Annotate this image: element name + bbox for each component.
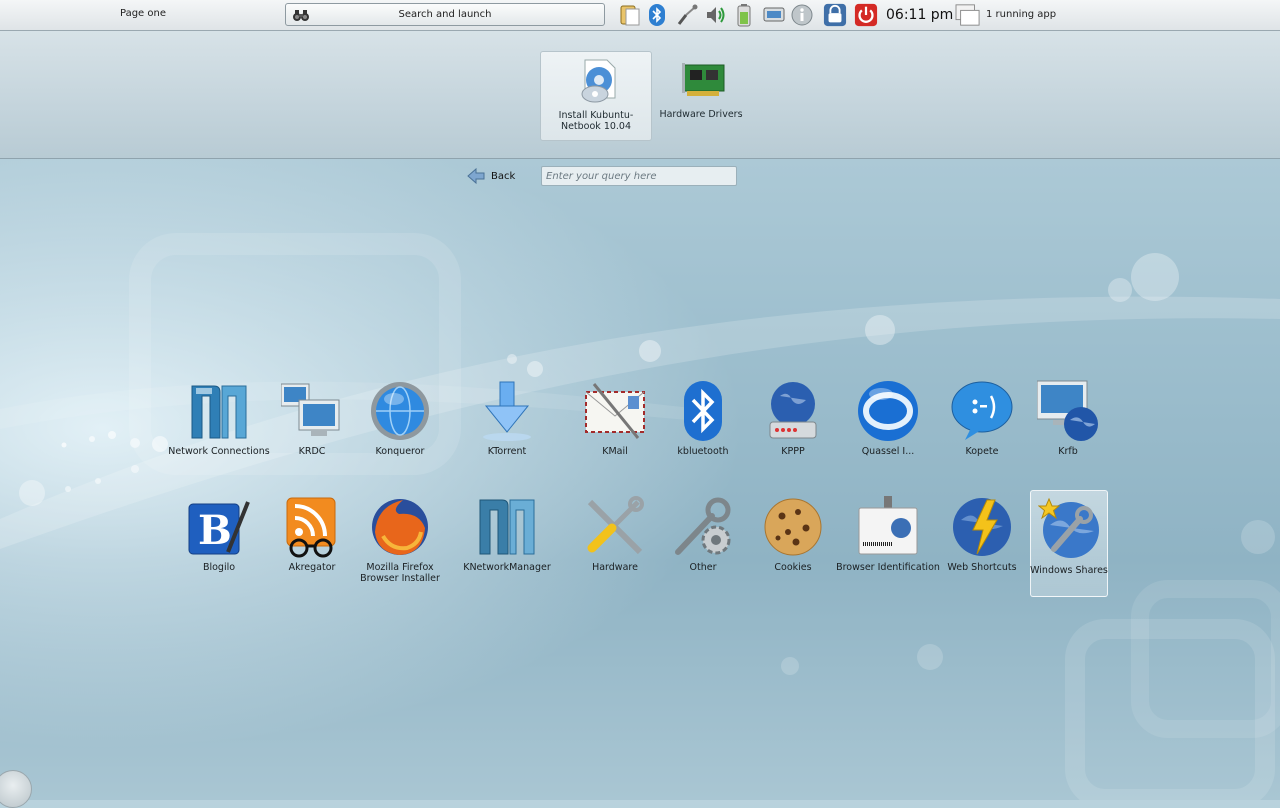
bluetooth-icon bbox=[684, 381, 722, 441]
pci-card-icon bbox=[682, 63, 725, 96]
desktop-sharing-icon bbox=[1037, 380, 1098, 441]
app-label: Cookies bbox=[774, 562, 812, 573]
desktop-background bbox=[0, 159, 1280, 800]
page-one-label[interactable]: Page one bbox=[120, 8, 166, 19]
back-arrow-icon bbox=[467, 167, 485, 185]
running-apps-label[interactable]: 1 running app bbox=[986, 9, 1056, 20]
app-label: Web Shortcuts bbox=[947, 562, 1017, 573]
top-panel: Page one Search and launch 06:11 pm 1 ru… bbox=[0, 0, 1280, 31]
bluetooth-tray-icon[interactable] bbox=[648, 3, 666, 27]
favorite-label: Hardware Drivers bbox=[659, 109, 743, 120]
plasma-toolbox-button[interactable] bbox=[0, 770, 32, 808]
quassel-irc-icon bbox=[858, 381, 918, 441]
favorites-strip: Install Kubuntu-Netbook 10.04 Hardware D… bbox=[0, 31, 1280, 159]
cookie-icon bbox=[764, 498, 822, 556]
konqueror-globe-icon bbox=[371, 382, 429, 440]
chat-bubble-icon bbox=[951, 381, 1013, 440]
favorite-label: Install Kubuntu-Netbook 10.04 bbox=[558, 110, 634, 132]
clock[interactable]: 06:11 pm bbox=[886, 7, 953, 23]
back-label: Back bbox=[491, 171, 516, 182]
power-icon[interactable] bbox=[853, 3, 879, 27]
blog-b-icon: B bbox=[188, 501, 250, 555]
download-arrow-icon bbox=[483, 381, 531, 441]
app-label: Mozilla Firefox Browser Installer bbox=[360, 562, 440, 584]
installer-cd-icon bbox=[581, 59, 616, 103]
wrench-gear-icon bbox=[675, 497, 731, 555]
rss-reader-icon bbox=[286, 497, 336, 558]
info-icon[interactable] bbox=[790, 3, 814, 27]
app-windows-shares[interactable]: Windows Shares bbox=[1030, 490, 1108, 597]
lock-screen-icon[interactable] bbox=[822, 3, 848, 27]
running-apps-icon[interactable] bbox=[954, 3, 982, 27]
app-label: Quassel I... bbox=[861, 446, 915, 457]
favorite-hardware-drivers[interactable]: Hardware Drivers bbox=[645, 51, 757, 141]
search-and-launch-label: Search and launch bbox=[398, 9, 492, 20]
web-shortcut-icon bbox=[953, 498, 1011, 556]
app-label: Blogilo bbox=[202, 562, 236, 573]
app-label: KNetworkManager bbox=[463, 562, 551, 573]
remote-desktop-icon bbox=[281, 383, 340, 436]
app-label: Windows Shares bbox=[1030, 565, 1108, 576]
app-label: Browser Identification bbox=[836, 562, 940, 573]
mail-envelope-icon bbox=[585, 383, 645, 439]
battery-icon[interactable] bbox=[736, 3, 752, 27]
app-label: KPPP bbox=[781, 446, 805, 457]
app-label: Network Connections bbox=[168, 446, 270, 457]
network-manager-icon bbox=[479, 499, 535, 555]
favorite-install-kubuntu[interactable]: Install Kubuntu-Netbook 10.04 bbox=[540, 51, 652, 141]
id-badge-icon bbox=[858, 496, 918, 555]
svg-text:B: B bbox=[198, 507, 232, 554]
firefox-icon bbox=[372, 499, 428, 555]
app-label: KTorrent bbox=[487, 446, 527, 457]
volume-icon[interactable] bbox=[704, 3, 728, 27]
search-and-launch-button[interactable]: Search and launch bbox=[285, 3, 605, 26]
tools-icon bbox=[587, 496, 644, 555]
app-label: Konqueror bbox=[375, 446, 425, 457]
network-tray-icon[interactable] bbox=[676, 3, 700, 27]
windows-shares-icon bbox=[1038, 497, 1099, 558]
app-label: Krfb bbox=[1058, 446, 1078, 457]
modem-globe-icon bbox=[769, 382, 817, 439]
query-input[interactable] bbox=[541, 166, 737, 186]
network-manager-icon bbox=[191, 385, 247, 439]
clipboard-icon[interactable] bbox=[618, 3, 642, 27]
display-settings-icon[interactable] bbox=[762, 3, 786, 27]
